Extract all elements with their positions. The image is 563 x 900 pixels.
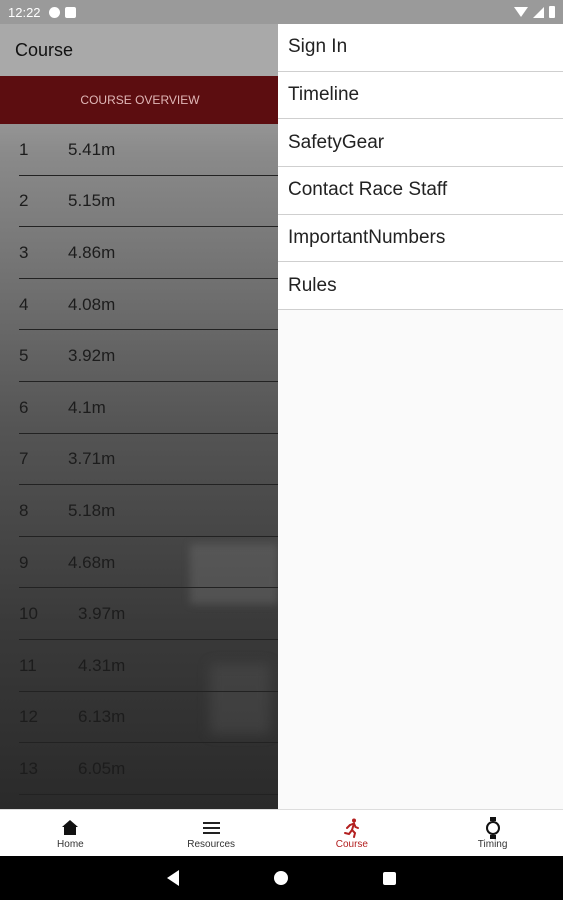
resources-menu: Sign In Timeline SafetyGear Contact Race… bbox=[278, 24, 563, 809]
segment-number: 8 bbox=[19, 500, 29, 520]
tab-home-label: Home bbox=[57, 838, 84, 850]
system-navigation-bar bbox=[0, 856, 563, 900]
course-title: Course bbox=[0, 24, 278, 76]
segment-distance: 6.05m bbox=[78, 758, 126, 778]
segment-distance: 5.41m bbox=[68, 139, 116, 159]
tab-resources-label: Resources bbox=[187, 838, 236, 850]
bottom-navigation: Home Resources Course Timing bbox=[0, 809, 563, 856]
menu-item-contact-race-staff[interactable]: Contact Race Staff bbox=[278, 167, 563, 215]
notification-icon bbox=[48, 6, 60, 18]
segment-row[interactable]: 8 5.18m bbox=[0, 485, 278, 537]
wifi-icon bbox=[514, 7, 528, 17]
tab-resources[interactable]: Resources bbox=[141, 810, 282, 856]
segment-number: 5 bbox=[19, 346, 29, 366]
tab-timing-label: Timing bbox=[477, 838, 508, 850]
segment-row[interactable]: 4 4.08m bbox=[0, 279, 278, 331]
menu-item-sign-in[interactable]: Sign In bbox=[278, 24, 563, 72]
segment-distance: 3.71m bbox=[68, 449, 116, 469]
segment-number: 6 bbox=[19, 397, 29, 417]
segment-distance: 5.18m bbox=[68, 500, 116, 520]
course-panel: Course COURSE OVERVIEW 1 5.41m 2 5.15m 3… bbox=[0, 24, 278, 809]
menu-icon bbox=[202, 817, 220, 839]
segment-distance: 6.13m bbox=[78, 707, 126, 727]
watch-icon bbox=[485, 816, 500, 839]
segment-number: 13 bbox=[19, 758, 38, 778]
status-bar: 12:22 bbox=[0, 0, 563, 24]
tab-timing[interactable]: Timing bbox=[422, 810, 563, 856]
battery-icon bbox=[549, 6, 555, 18]
segment-row[interactable]: 9 4.68m bbox=[0, 537, 278, 589]
segment-row[interactable]: 3 4.86m bbox=[0, 227, 278, 279]
segment-number: 9 bbox=[19, 552, 29, 572]
segment-number: 3 bbox=[19, 242, 29, 262]
segment-number: 10 bbox=[19, 604, 38, 624]
tab-course-label: Course bbox=[335, 838, 368, 850]
menu-item-important-numbers[interactable]: ImportantNumbers bbox=[278, 214, 563, 263]
segment-number: 7 bbox=[19, 449, 29, 469]
segment-row[interactable]: 7 3.71m bbox=[0, 434, 278, 486]
segment-row[interactable]: 5 3.92m bbox=[0, 330, 278, 382]
home-icon bbox=[62, 817, 79, 839]
segment-distance: 3.97m bbox=[78, 604, 126, 624]
segment-distance: 4.08m bbox=[68, 294, 116, 314]
segment-list: 1 5.41m 2 5.15m 3 4.86m 4 4.08m 5 3.92m … bbox=[0, 124, 278, 795]
segment-row[interactable]: 1 5.41m bbox=[0, 124, 278, 176]
segment-number: 1 bbox=[19, 139, 29, 159]
tab-course[interactable]: Course bbox=[282, 810, 423, 856]
segment-row[interactable]: 2 5.15m bbox=[0, 176, 278, 228]
segment-distance: 4.68m bbox=[68, 552, 116, 572]
segment-row[interactable]: 11 4.31m bbox=[0, 640, 278, 692]
menu-item-rules[interactable]: Rules bbox=[278, 262, 563, 311]
segment-distance: 5.15m bbox=[68, 191, 116, 211]
segment-number: 2 bbox=[19, 191, 29, 211]
segment-distance: 4.86m bbox=[68, 242, 116, 262]
menu-item-safety-gear[interactable]: SafetyGear bbox=[278, 119, 563, 168]
segment-row[interactable]: 6 4.1m bbox=[0, 382, 278, 434]
segment-row[interactable]: 12 6.13m bbox=[0, 692, 278, 744]
segment-row[interactable]: 10 3.97m bbox=[0, 588, 278, 640]
segment-distance: 3.92m bbox=[68, 346, 116, 366]
segment-number: 11 bbox=[19, 655, 37, 675]
segment-distance: 4.31m bbox=[78, 655, 126, 675]
tab-home[interactable]: Home bbox=[0, 810, 141, 856]
recents-icon[interactable] bbox=[382, 871, 396, 885]
home-circle-icon[interactable] bbox=[273, 871, 288, 885]
menu-item-timeline[interactable]: Timeline bbox=[278, 71, 563, 120]
status-indicators bbox=[514, 6, 555, 18]
status-time: 12:22 bbox=[8, 4, 41, 20]
segment-number: 4 bbox=[19, 294, 29, 314]
back-icon[interactable] bbox=[167, 870, 180, 886]
course-overview-button[interactable]: COURSE OVERVIEW bbox=[0, 76, 278, 124]
runner-icon bbox=[343, 817, 361, 839]
segment-number: 12 bbox=[19, 707, 38, 727]
segment-distance: 4.1m bbox=[68, 397, 106, 417]
sd-card-icon bbox=[64, 6, 76, 18]
segment-row[interactable]: 13 6.05m bbox=[0, 743, 278, 795]
signal-icon bbox=[533, 6, 544, 18]
